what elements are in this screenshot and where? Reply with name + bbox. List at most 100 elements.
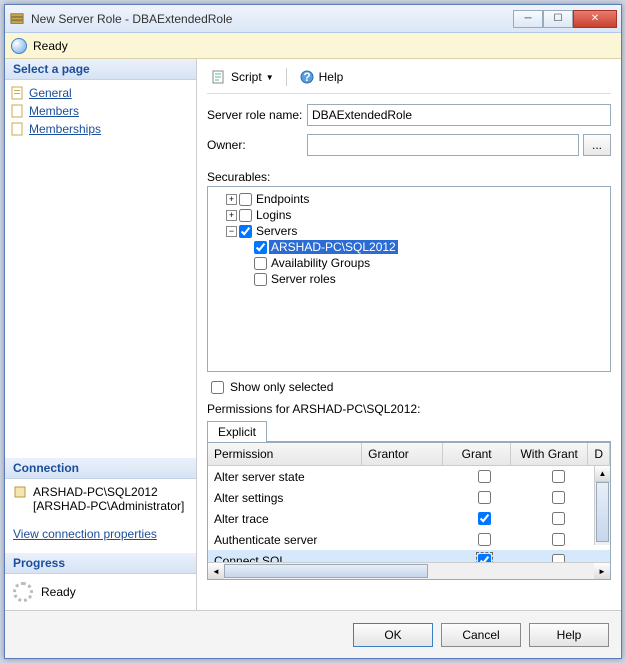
status-banner-text: Ready bbox=[33, 39, 68, 53]
grant-checkbox[interactable] bbox=[478, 512, 491, 525]
info-icon bbox=[11, 38, 27, 54]
progress-pane: Ready bbox=[5, 574, 196, 610]
show-only-selected-checkbox[interactable] bbox=[211, 381, 224, 394]
perm-row[interactable]: Authenticate server bbox=[208, 529, 610, 550]
scroll-up-icon[interactable]: ▲ bbox=[595, 466, 610, 482]
node-checkbox[interactable] bbox=[254, 257, 267, 270]
progress-header: Progress bbox=[5, 553, 196, 574]
node-label: Availability Groups bbox=[269, 256, 372, 270]
withgrant-checkbox[interactable] bbox=[552, 491, 565, 504]
ok-button[interactable]: OK bbox=[353, 623, 433, 647]
grant-checkbox[interactable] bbox=[478, 533, 491, 546]
perm-row[interactable]: Alter trace bbox=[208, 508, 610, 529]
expand-icon[interactable]: + bbox=[226, 194, 237, 205]
dropdown-arrow-icon: ▼ bbox=[266, 73, 274, 82]
horizontal-scrollbar[interactable]: ◄ ► bbox=[208, 562, 610, 579]
expand-icon[interactable]: + bbox=[226, 210, 237, 221]
page-memberships[interactable]: Memberships bbox=[9, 120, 192, 138]
node-label: Endpoints bbox=[254, 192, 311, 206]
help-button[interactable]: ? Help bbox=[295, 67, 348, 87]
withgrant-checkbox[interactable] bbox=[552, 470, 565, 483]
tab-explicit[interactable]: Explicit bbox=[207, 421, 267, 442]
scroll-thumb[interactable] bbox=[224, 564, 428, 578]
grant-checkbox[interactable] bbox=[478, 491, 491, 504]
col-grantor[interactable]: Grantor bbox=[362, 443, 443, 465]
permissions-label: Permissions for ARSHAD-PC\SQL2012: bbox=[207, 402, 611, 416]
col-withgrant[interactable]: With Grant bbox=[511, 443, 588, 465]
close-button[interactable]: ✕ bbox=[573, 10, 617, 28]
grantor-cell bbox=[366, 496, 449, 500]
show-only-selected-label: Show only selected bbox=[230, 380, 333, 394]
grid-rows: Alter server state Alter settings bbox=[208, 466, 610, 562]
tree-node-availability-groups[interactable]: Availability Groups bbox=[212, 255, 606, 271]
col-deny[interactable]: D bbox=[588, 443, 610, 465]
perm-row[interactable]: Alter server state bbox=[208, 466, 610, 487]
grantor-cell bbox=[366, 475, 449, 479]
view-connection-properties-link[interactable]: View connection properties bbox=[13, 527, 188, 541]
page-label: Memberships bbox=[29, 122, 101, 136]
node-checkbox[interactable] bbox=[254, 273, 267, 286]
page-icon bbox=[11, 122, 25, 136]
tree-node-endpoints[interactable]: + Endpoints bbox=[212, 191, 606, 207]
withgrant-checkbox[interactable] bbox=[552, 512, 565, 525]
tree-node-logins[interactable]: + Logins bbox=[212, 207, 606, 223]
dialog-footer: OK Cancel Help bbox=[5, 610, 621, 658]
tree-node-server-roles[interactable]: Server roles bbox=[212, 271, 606, 287]
scroll-left-icon[interactable]: ◄ bbox=[208, 563, 224, 579]
maximize-button[interactable]: ☐ bbox=[543, 10, 573, 28]
connection-pane: ARSHAD-PC\SQL2012 [ARSHAD-PC\Administrat… bbox=[5, 479, 196, 553]
col-grant[interactable]: Grant bbox=[443, 443, 511, 465]
scroll-right-icon[interactable]: ► bbox=[594, 563, 610, 579]
window-title: New Server Role - DBAExtendedRole bbox=[31, 12, 513, 26]
col-permission[interactable]: Permission bbox=[208, 443, 362, 465]
node-checkbox[interactable] bbox=[239, 209, 252, 222]
grid-header: Permission Grantor Grant With Grant D bbox=[208, 443, 610, 466]
owner-input[interactable] bbox=[307, 134, 579, 156]
collapse-icon[interactable]: − bbox=[226, 226, 237, 237]
node-checkbox[interactable] bbox=[239, 225, 252, 238]
page-members[interactable]: Members bbox=[9, 102, 192, 120]
perm-row[interactable]: Connect SQL bbox=[208, 550, 610, 562]
node-label: ARSHAD-PC\SQL2012 bbox=[269, 240, 398, 254]
minimize-button[interactable]: ─ bbox=[513, 10, 543, 28]
securables-tree[interactable]: + Endpoints + Logins − Servers ARSHAD-PC… bbox=[207, 186, 611, 372]
owner-browse-button[interactable]: ... bbox=[583, 134, 611, 156]
withgrant-checkbox[interactable] bbox=[552, 533, 565, 546]
script-label: Script bbox=[231, 70, 262, 84]
securables-label: Securables: bbox=[207, 170, 611, 184]
cancel-button[interactable]: Cancel bbox=[441, 623, 521, 647]
owner-label: Owner: bbox=[207, 138, 307, 152]
node-checkbox[interactable] bbox=[239, 193, 252, 206]
connection-user: [ARSHAD-PC\Administrator] bbox=[33, 499, 184, 513]
help-icon: ? bbox=[299, 69, 315, 85]
vertical-scrollbar[interactable]: ▲ bbox=[594, 466, 610, 545]
perm-cell: Alter settings bbox=[208, 489, 366, 507]
perm-cell: Authenticate server bbox=[208, 531, 366, 549]
role-name-input[interactable] bbox=[307, 104, 611, 126]
help-button[interactable]: Help bbox=[529, 623, 609, 647]
svg-text:?: ? bbox=[303, 70, 310, 84]
permissions-grid: Permission Grantor Grant With Grant D Al… bbox=[207, 442, 611, 580]
permissions-tabs: Explicit bbox=[207, 420, 611, 442]
grant-checkbox[interactable] bbox=[478, 554, 491, 562]
titlebar[interactable]: New Server Role - DBAExtendedRole ─ ☐ ✕ bbox=[5, 5, 621, 33]
progress-spinner-icon bbox=[13, 582, 33, 602]
scroll-thumb[interactable] bbox=[596, 482, 609, 542]
page-label: General bbox=[29, 86, 72, 100]
tree-node-servers[interactable]: − Servers bbox=[212, 223, 606, 239]
withgrant-checkbox[interactable] bbox=[552, 554, 565, 562]
help-label: Help bbox=[319, 70, 344, 84]
node-label: Server roles bbox=[269, 272, 338, 286]
perm-row[interactable]: Alter settings bbox=[208, 487, 610, 508]
role-name-label: Server role name: bbox=[207, 108, 307, 122]
left-panel: Select a page General Members Membership… bbox=[5, 59, 197, 610]
page-list: General Members Memberships bbox=[5, 80, 196, 458]
content-panel: Script ▼ ? Help Server role name: Owner:… bbox=[197, 59, 621, 610]
page-general[interactable]: General bbox=[9, 84, 192, 102]
node-checkbox[interactable] bbox=[254, 241, 267, 254]
page-icon bbox=[11, 86, 25, 100]
perm-cell: Alter server state bbox=[208, 468, 366, 486]
script-button[interactable]: Script ▼ bbox=[207, 67, 278, 87]
grant-checkbox[interactable] bbox=[478, 470, 491, 483]
tree-node-server-instance[interactable]: ARSHAD-PC\SQL2012 bbox=[212, 239, 606, 255]
